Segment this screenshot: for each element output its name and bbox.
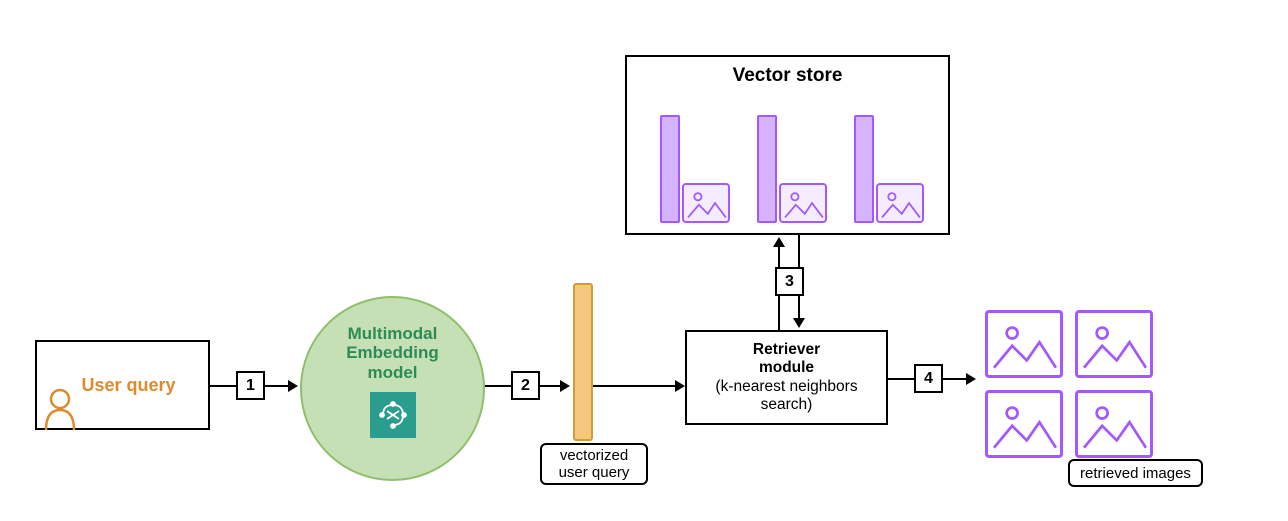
vectorized-query-label-box: vectorized user query xyxy=(540,443,648,485)
user-icon xyxy=(43,388,77,430)
vector-bar-1 xyxy=(660,115,680,223)
arrow-to-retriever xyxy=(593,385,675,387)
embedding-label-2: Embedding xyxy=(346,343,439,363)
embedding-label-3: model xyxy=(346,363,439,383)
step-2-label: 2 xyxy=(521,377,530,395)
arrow-1-head xyxy=(288,380,298,392)
retrieved-image-3 xyxy=(985,390,1063,458)
step-3: 3 xyxy=(775,267,804,296)
image-icon-store-3 xyxy=(876,183,924,223)
step-1-label: 1 xyxy=(246,377,255,395)
arrow-4-head xyxy=(966,373,976,385)
arrow-4b xyxy=(943,378,966,380)
step-4-label: 4 xyxy=(924,370,933,388)
retrieved-image-4 xyxy=(1075,390,1153,458)
retrieved-image-1 xyxy=(985,310,1063,378)
vectorized-query-label: vectorized user query xyxy=(559,447,630,482)
retriever-label-2: module xyxy=(759,359,814,377)
arrow-3-up-head xyxy=(773,237,785,247)
arrow-4a xyxy=(888,378,914,380)
vectorized-query-bar xyxy=(573,283,593,441)
retrieved-images-label-box: retrieved images xyxy=(1068,459,1203,487)
step-3-label: 3 xyxy=(785,273,794,291)
arrow-2a xyxy=(485,385,511,387)
arrow-2b xyxy=(540,385,560,387)
image-icon-store-1 xyxy=(682,183,730,223)
arrow-1b xyxy=(265,385,288,387)
step-2: 2 xyxy=(511,371,540,400)
vector-store-label: Vector store xyxy=(733,65,843,87)
step-4: 4 xyxy=(914,364,943,393)
vector-bar-2 xyxy=(757,115,777,223)
user-query-label: User query xyxy=(81,375,175,396)
retriever-box: Retriever module (k-nearest neighbors se… xyxy=(685,330,888,425)
retriever-label-4: search) xyxy=(761,396,813,414)
vector-bar-3 xyxy=(854,115,874,223)
retrieved-images-label: retrieved images xyxy=(1080,465,1191,482)
embedding-label-1: Multimodal xyxy=(346,324,439,344)
user-query-box: User query xyxy=(35,340,210,430)
arrow-2-head xyxy=(560,380,570,392)
chip-icon xyxy=(370,392,416,438)
image-icon-store-2 xyxy=(779,183,827,223)
retriever-label-1: Retriever xyxy=(753,341,820,359)
retriever-label-3: (k-nearest neighbors xyxy=(715,378,857,396)
arrow-3-down-head xyxy=(793,318,805,328)
retrieved-image-2 xyxy=(1075,310,1153,378)
arrow-to-retriever-head xyxy=(675,380,685,392)
arrow-1a xyxy=(210,385,236,387)
embedding-model: Multimodal Embedding model xyxy=(300,296,485,481)
step-1: 1 xyxy=(236,371,265,400)
